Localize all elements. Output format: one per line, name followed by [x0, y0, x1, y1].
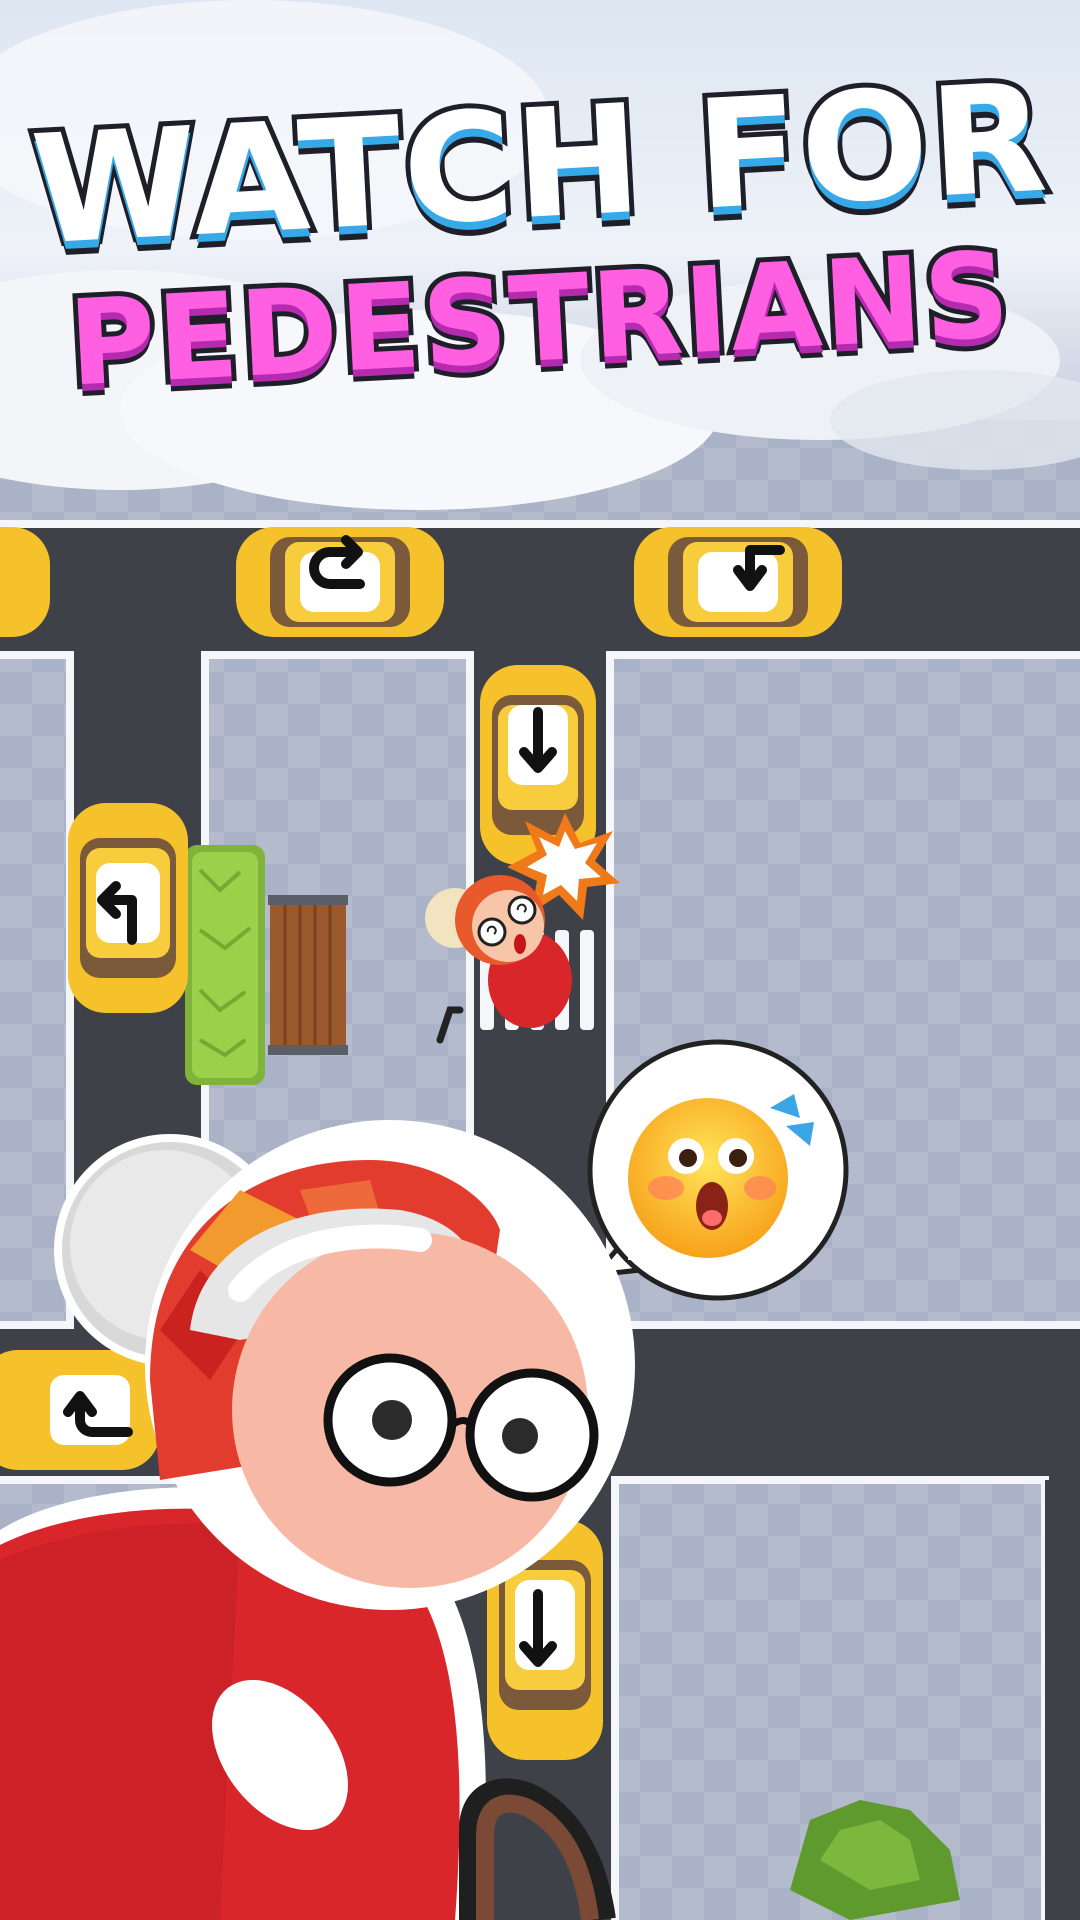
bench [268, 895, 348, 1055]
grandma-character [0, 1120, 635, 1920]
taxi-car[interactable] [634, 527, 842, 637]
hedge [185, 845, 265, 1085]
taxi-car[interactable] [0, 527, 50, 637]
